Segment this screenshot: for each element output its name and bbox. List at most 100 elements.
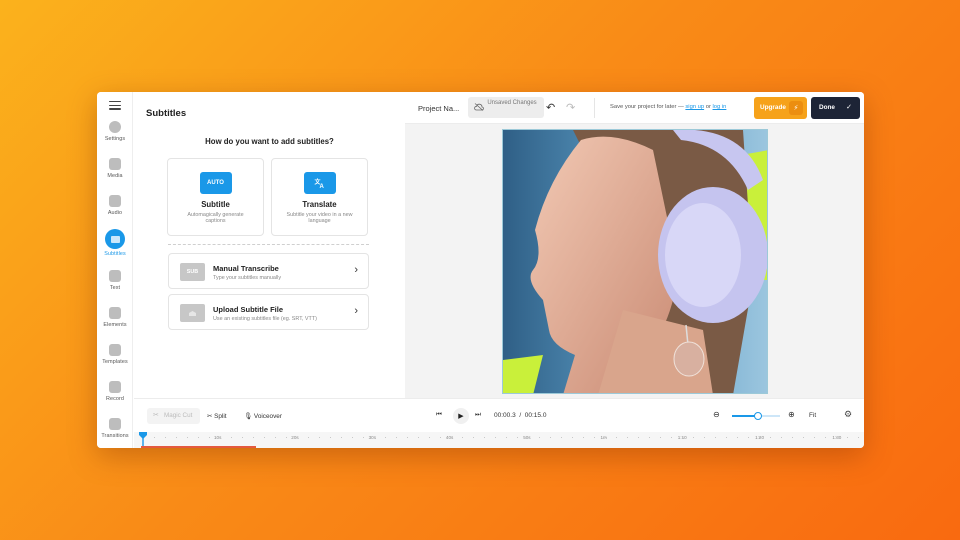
timeline-dot [506,437,507,438]
timeline-dot [748,437,749,438]
save-project-message: Save your project for later — sign up or… [610,104,726,110]
rail-label: Audio [107,210,123,216]
undo-icon[interactable]: ↶ [546,101,555,114]
timeline-dot [825,437,826,438]
rail-item-transitions[interactable]: Transitions [97,418,133,439]
skip-back-icon[interactable]: ⏮ [436,411,442,419]
timeline-dot [308,437,309,438]
rail-label: Subtitles [104,251,126,257]
rail-item-subtitles[interactable]: Subtitles [97,229,133,257]
timeline-dot [462,437,463,438]
video-preview[interactable] [502,129,768,394]
rail-item-text[interactable]: Text [97,270,133,291]
card-description: Subtitle your video in a new language [286,212,353,225]
split-button[interactable]: ✂ Split [207,412,227,420]
current-time: 00:00.3 [494,412,516,419]
fit-button[interactable]: Fit [809,412,816,419]
zoom-slider[interactable] [732,412,780,420]
manual-transcribe-option[interactable]: SUB Manual Transcribe Type your subtitle… [168,253,369,289]
cloud-off-icon [474,103,484,111]
timeline-dot [770,437,771,438]
redo-icon[interactable]: ↷ [566,101,575,114]
time-separator: / [519,412,522,419]
rail-item-elements[interactable]: Elements [97,307,133,328]
translate-icon: 文A [303,172,336,194]
option-description: Type your subtitles manually [213,275,282,281]
timeline-dot [198,437,199,438]
skip-forward-icon[interactable]: ⏭ [475,411,481,419]
timeline-dot [451,437,452,438]
magic-cut-button[interactable]: ✂ Magic Cut [147,408,200,424]
gear-icon[interactable]: ⚙ [844,409,852,420]
timeline-dot [561,437,562,438]
timeline-dot [396,437,397,438]
log-in-link[interactable]: log in [713,104,727,110]
panel-question: How do you want to add subtitles? [205,137,334,146]
timeline-clip[interactable] [141,446,256,448]
timeline-dot [187,437,188,438]
timeline-dot [682,437,683,438]
chevron-right-icon: › [354,305,358,317]
rail-item-templates[interactable]: Templates [97,344,133,365]
total-time: 00:15.0 [524,412,547,419]
zoom-slider-handle[interactable] [754,412,763,420]
rail-label: Settings [104,136,126,142]
rail-item-media[interactable]: Media [97,158,133,179]
done-label: Done [819,104,835,111]
dashed-divider [168,244,369,245]
timeline-dot [319,437,320,438]
timeline-tick-label: 50s [523,435,531,440]
zoom-in-icon[interactable]: ⊕ [788,410,795,419]
timeline-dot [264,437,265,438]
timeline-ruler[interactable]: 10s20s30s40s50s1m1:101:201:30 [134,432,864,448]
timeline-dot [671,437,672,438]
timeline-dot [572,437,573,438]
editor-window: Settings Media Audio Subtitles Text Elem… [97,92,864,448]
toolbar-separator [594,98,595,118]
timeline-dot [847,437,848,438]
timeline-dot [726,437,727,438]
timeline-dot [275,437,276,438]
auto-badge-icon: AUTO [199,172,232,194]
timeline-dot [242,437,243,438]
option-description: Use an existing subtitles file (eg. SRT,… [213,316,317,322]
sign-up-link[interactable]: sign up [685,104,704,110]
rail-item-audio[interactable]: Audio [97,195,133,216]
zoom-out-icon[interactable]: ⊖ [713,410,720,419]
timeline-dot [594,437,595,438]
subtitles-icon [105,229,125,249]
timeline-dot [605,437,606,438]
done-button[interactable]: Done ✓ [811,97,860,119]
timeline-dot [253,437,254,438]
panel-title: Subtitles [146,108,187,119]
timeline-tick-label: 40s [445,435,454,440]
hamburger-menu-icon[interactable] [109,101,121,110]
timeline-dot [638,437,639,438]
rail-item-record[interactable]: Record [97,381,133,402]
timeline-dot [836,437,837,438]
option-title: Manual Transcribe [213,264,279,273]
project-name[interactable]: Project Na... [418,104,459,113]
subtitles-panel: Subtitles How do you want to add subtitl… [134,92,405,398]
lightning-icon: ⚡ [789,101,803,115]
media-icon [109,158,121,170]
timeline-dot [363,437,364,438]
top-bar: Project Na... Unsaved Changes ↶ ↷ Save y… [405,92,864,124]
timeline-dot [550,437,551,438]
timeline-dot [649,437,650,438]
voiceover-button[interactable]: 🎙 Voiceover [244,412,282,420]
translate-card[interactable]: 文A Translate Subtitle your video in a ne… [271,158,368,236]
text-icon [109,270,121,282]
timeline-dot [165,437,166,438]
unsaved-text: Unsaved Changes [487,100,537,106]
timeline-dot [407,437,408,438]
auto-subtitle-card[interactable]: AUTO Subtitle Automagically generate cap… [167,158,264,236]
card-title: Subtitle [201,200,230,209]
rail-item-settings[interactable]: Settings [97,121,133,142]
play-button[interactable]: ▶ [453,408,469,424]
upgrade-button[interactable]: Upgrade ⚡ [754,97,807,119]
timeline-dot [704,437,705,438]
timeline-dot [473,437,474,438]
upload-subtitle-file-option[interactable]: Upload Subtitle File Use an existing sub… [168,294,369,330]
left-rail: Settings Media Audio Subtitles Text Elem… [97,92,133,448]
